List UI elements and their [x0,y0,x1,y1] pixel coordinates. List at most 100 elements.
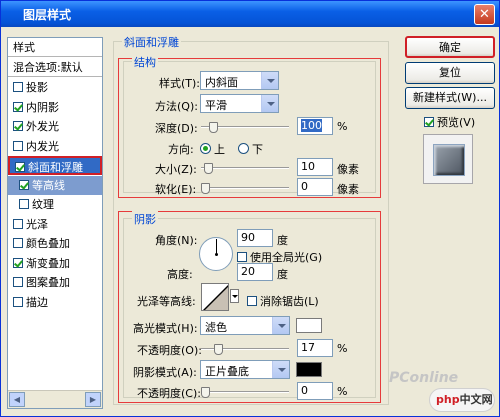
shadow-opacity-value: 0 [301,384,308,397]
style-item[interactable]: 投影 [8,78,102,97]
soften-slider[interactable] [201,183,289,194]
style-label: 样式(T): [159,77,201,90]
style-item-checkbox[interactable] [13,82,23,92]
styles-list-header[interactable]: 样式 [8,38,102,57]
highlight-opacity-input[interactable]: 17 [297,339,333,357]
soften-label: 软化(E): [155,183,197,196]
antialias-option[interactable]: 消除锯齿(L) [247,293,319,309]
new-style-button[interactable]: 新建样式(W)... [405,87,495,109]
highlight-opacity-slider[interactable] [201,344,289,355]
soften-input[interactable]: 0 [297,178,333,196]
altitude-value: 20 [241,265,255,278]
preview-checkbox[interactable] [424,117,434,127]
style-item-checkbox[interactable] [13,296,23,307]
style-item-checkbox[interactable] [15,162,25,172]
pconline-watermark: PConline [389,370,459,386]
shadow-opacity-thumb[interactable] [201,387,210,398]
global-light-checkbox[interactable] [237,252,247,262]
window-title: 图层样式 [23,8,72,22]
altitude-input[interactable]: 20 [237,263,273,281]
chevron-down-icon [261,95,278,112]
style-item[interactable]: 图案叠加 [8,273,102,292]
shadow-color-swatch[interactable] [296,362,322,377]
shadow-opacity-input[interactable]: 0 [297,382,333,400]
style-item-checkbox[interactable] [13,257,23,268]
php-watermark: php中文网 [429,388,495,412]
highlight-color-swatch[interactable] [296,318,322,333]
style-item-checkbox[interactable] [13,277,23,287]
close-button[interactable]: ✕ [474,4,495,25]
direction-up-option[interactable]: 上 [200,141,225,157]
structure-title: 结构 [132,54,158,70]
altitude-label: 高度: [167,268,193,281]
layer-style-dialog: 图层样式 ✕ 样式 混合选项:默认 投影内阴影外发光内发光 斜面和浮雕 等高线纹理光… [0,0,500,417]
style-item[interactable]: 内发光 [8,137,102,156]
size-slider-thumb[interactable] [204,163,213,174]
gloss-contour-preview[interactable] [201,283,229,311]
style-item-checkbox[interactable] [13,121,23,131]
chevron-down-icon [261,72,278,89]
shadow-opacity-slider[interactable] [201,387,289,398]
style-select-value: 内斜面 [205,76,238,89]
depth-slider[interactable] [201,122,289,133]
shadow-mode-label: 阴影模式(A): [133,366,197,379]
style-item[interactable]: 内阴影 [8,98,102,117]
method-select-value: 平滑 [205,99,227,112]
method-select[interactable]: 平滑 [200,94,279,113]
style-select[interactable]: 内斜面 [200,71,279,90]
style-item[interactable]: 斜面和浮雕 [8,156,102,175]
preview-option[interactable]: 预览(V) [424,114,475,130]
style-item-label: 纹理 [32,198,54,211]
angle-input[interactable]: 90 [237,229,273,247]
antialias-checkbox[interactable] [247,296,257,306]
style-item[interactable]: 渐变叠加 [8,254,102,273]
highlight-opacity-thumb[interactable] [214,344,223,355]
style-item[interactable]: 纹理 [8,195,102,214]
style-item-label: 描边 [26,295,48,309]
style-item-checkbox[interactable] [13,101,23,112]
soften-slider-thumb[interactable] [201,183,210,194]
style-item-label: 外发光 [26,120,59,133]
php-site-name: 中文网 [459,393,493,406]
style-item[interactable]: 光泽 [8,215,102,234]
chevron-down-icon [272,361,289,378]
styles-list-scrollbar[interactable]: ◀ ▶ [8,390,102,408]
style-item[interactable]: 等高线 [8,175,102,195]
direction-down-option[interactable]: 下 [238,141,263,157]
style-item-checkbox[interactable] [19,199,29,209]
angle-value: 90 [241,231,255,244]
contour-dropdown[interactable] [230,289,239,303]
style-item[interactable]: 颜色叠加 [8,234,102,253]
scroll-left-icon[interactable]: ◀ [9,392,25,407]
style-item-label: 渐变叠加 [26,256,70,270]
size-input[interactable]: 10 [297,158,333,176]
scroll-right-icon[interactable]: ▶ [85,392,101,407]
direction-label: 方向: [168,143,194,156]
shadow-mode-select[interactable]: 正片叠底 [200,360,290,379]
depth-value: 100 [301,119,322,132]
reset-button[interactable]: 复位 [405,62,495,84]
title-bar: 图层样式 [1,1,499,27]
highlight-opacity-unit: % [337,342,348,355]
style-item-checkbox[interactable] [13,140,23,151]
style-item-checkbox[interactable] [19,179,29,190]
ok-button[interactable]: 确定 [405,36,495,58]
style-item-checkbox[interactable] [13,218,23,229]
direction-up-radio[interactable] [200,143,211,154]
style-item[interactable]: 外发光 [8,117,102,136]
depth-slider-thumb[interactable] [209,122,218,133]
direction-down-radio[interactable] [238,143,249,154]
highlight-mode-value: 滤色 [205,321,227,334]
highlight-mode-select[interactable]: 滤色 [200,316,290,335]
style-item-label: 内阴影 [26,100,59,114]
style-item-checkbox[interactable] [13,238,23,248]
size-slider[interactable] [201,163,289,174]
size-unit: 像素 [337,163,359,176]
style-item[interactable]: 描边 [8,293,102,312]
blend-options-item[interactable]: 混合选项:默认 [8,58,102,77]
style-item-label: 颜色叠加 [26,237,70,250]
angle-dial[interactable] [199,237,233,271]
depth-input[interactable]: 100 [297,117,333,135]
soften-value: 0 [301,180,308,193]
depth-unit: % [337,120,348,133]
